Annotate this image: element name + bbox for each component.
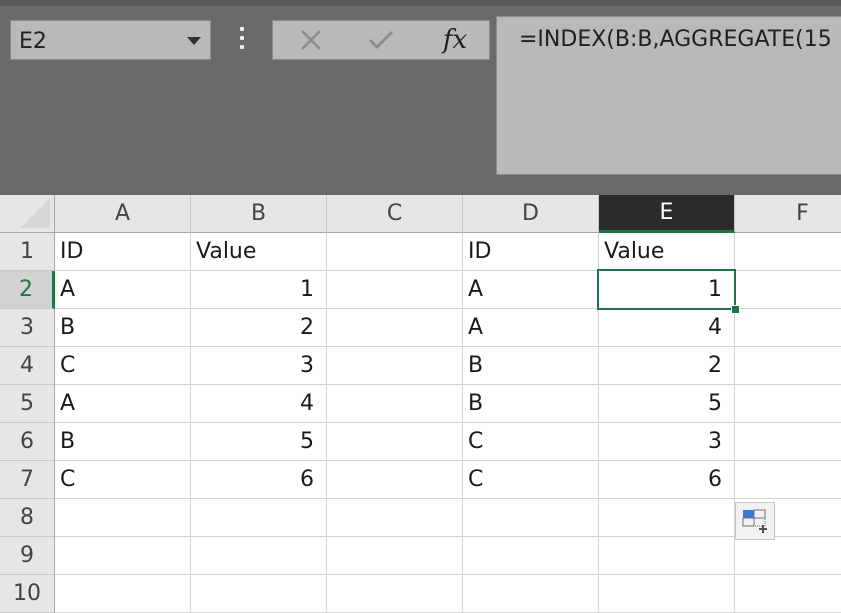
cell-a1[interactable]: ID (55, 233, 191, 271)
cell-b5[interactable]: 4 (191, 385, 327, 423)
cell-f10[interactable] (735, 575, 841, 613)
cell-f2[interactable] (735, 271, 841, 309)
row-header-8[interactable]: 8 (0, 499, 55, 537)
formula-input[interactable]: =INDEX(B:B,AGGREGATE(15 (496, 16, 841, 175)
cell-f9[interactable] (735, 537, 841, 575)
column-header-c[interactable]: C (327, 195, 463, 233)
cell-a3[interactable]: B (55, 309, 191, 347)
row-header-7[interactable]: 7 (0, 461, 55, 499)
cell-d2[interactable]: A (463, 271, 599, 309)
cell-a7[interactable]: C (55, 461, 191, 499)
cell-c8[interactable] (327, 499, 463, 537)
cell-a6[interactable]: B (55, 423, 191, 461)
cell-d1[interactable]: ID (463, 233, 599, 271)
cell-b8[interactable] (191, 499, 327, 537)
spreadsheet-grid: A B C D E F 1 ID Value ID Value 2 A 1 A 1 3 B 2 A 4 4 C 3 B 2 5 A 4 B… (0, 195, 841, 613)
cell-e9[interactable] (599, 537, 735, 575)
cell-b10[interactable] (191, 575, 327, 613)
cell-c5[interactable] (327, 385, 463, 423)
cell-a8[interactable] (55, 499, 191, 537)
cell-c7[interactable] (327, 461, 463, 499)
cell-f1[interactable] (735, 233, 841, 271)
cell-e4[interactable]: 2 (599, 347, 735, 385)
cell-f6[interactable] (735, 423, 841, 461)
cell-f3[interactable] (735, 309, 841, 347)
formula-text: =INDEX(B:B,AGGREGATE(15 (519, 27, 832, 52)
cell-a10[interactable] (55, 575, 191, 613)
cell-f4[interactable] (735, 347, 841, 385)
name-box-value: E2 (19, 29, 47, 54)
select-all-button[interactable] (0, 195, 55, 233)
cell-f7[interactable] (735, 461, 841, 499)
cell-c1[interactable] (327, 233, 463, 271)
cell-e5[interactable]: 5 (599, 385, 735, 423)
formula-bar-area: E2 fx =INDEX(B:B,AGGREGATE(15 (0, 0, 841, 195)
cell-d5[interactable]: B (463, 385, 599, 423)
cell-e2[interactable]: 1 (599, 271, 735, 309)
formula-buttons: fx (272, 20, 490, 60)
column-header-f[interactable]: F (735, 195, 841, 233)
cell-c2[interactable] (327, 271, 463, 309)
cell-d6[interactable]: C (463, 423, 599, 461)
row-header-1[interactable]: 1 (0, 233, 55, 271)
cell-a4[interactable]: C (55, 347, 191, 385)
cell-e7[interactable]: 6 (599, 461, 735, 499)
cell-a2[interactable]: A (55, 271, 191, 309)
quick-analysis-icon (742, 509, 767, 533)
fx-icon: fx (442, 25, 468, 55)
row-header-9[interactable]: 9 (0, 537, 55, 575)
cell-b2[interactable]: 1 (191, 271, 327, 309)
insert-function-button[interactable]: fx (433, 21, 477, 59)
cell-c10[interactable] (327, 575, 463, 613)
cell-d10[interactable] (463, 575, 599, 613)
cell-e3[interactable]: 4 (599, 309, 735, 347)
x-icon (301, 30, 321, 50)
cell-e10[interactable] (599, 575, 735, 613)
cell-c6[interactable] (327, 423, 463, 461)
cell-d7[interactable]: C (463, 461, 599, 499)
column-header-e[interactable]: E (599, 195, 735, 233)
cell-b9[interactable] (191, 537, 327, 575)
quick-analysis-button[interactable] (735, 502, 775, 540)
cell-a9[interactable] (55, 537, 191, 575)
select-all-icon (20, 198, 50, 228)
cancel-button[interactable] (291, 21, 331, 59)
cell-b7[interactable]: 6 (191, 461, 327, 499)
cell-b6[interactable]: 5 (191, 423, 327, 461)
cell-c4[interactable] (327, 347, 463, 385)
cell-c9[interactable] (327, 537, 463, 575)
cell-b4[interactable]: 3 (191, 347, 327, 385)
name-box[interactable]: E2 (10, 20, 211, 60)
chevron-down-icon[interactable] (187, 37, 201, 45)
cell-b3[interactable]: 2 (191, 309, 327, 347)
row-header-10[interactable]: 10 (0, 575, 55, 613)
ribbon-edge (0, 0, 841, 6)
cell-e6[interactable]: 3 (599, 423, 735, 461)
column-header-b[interactable]: B (191, 195, 327, 233)
check-icon (369, 31, 393, 49)
cell-e8[interactable] (599, 499, 735, 537)
row-header-3[interactable]: 3 (0, 309, 55, 347)
cell-c3[interactable] (327, 309, 463, 347)
cell-f5[interactable] (735, 385, 841, 423)
fill-handle[interactable] (731, 305, 740, 314)
cell-d8[interactable] (463, 499, 599, 537)
row-header-4[interactable]: 4 (0, 347, 55, 385)
row-header-5[interactable]: 5 (0, 385, 55, 423)
cell-d9[interactable] (463, 537, 599, 575)
cell-d3[interactable]: A (463, 309, 599, 347)
column-header-d[interactable]: D (463, 195, 599, 233)
more-options-icon[interactable] (236, 24, 248, 58)
cell-b1[interactable]: Value (191, 233, 327, 271)
cell-d4[interactable]: B (463, 347, 599, 385)
row-header-2[interactable]: 2 (0, 271, 55, 309)
enter-button[interactable] (361, 21, 401, 59)
row-header-6[interactable]: 6 (0, 423, 55, 461)
cell-a5[interactable]: A (55, 385, 191, 423)
cell-e1[interactable]: Value (599, 233, 735, 271)
column-header-a[interactable]: A (55, 195, 191, 233)
